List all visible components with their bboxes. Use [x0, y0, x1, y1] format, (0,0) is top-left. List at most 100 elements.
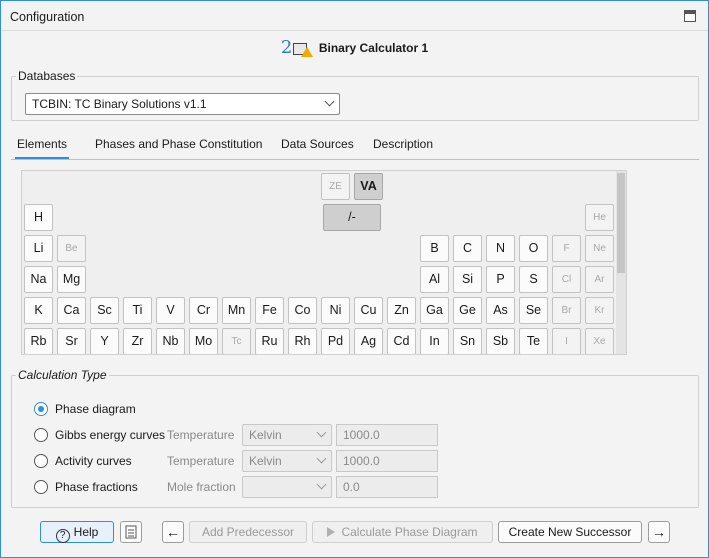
element-zr[interactable]: Zr	[123, 328, 152, 354]
gibbs-value-input[interactable]: 1000.0	[336, 424, 438, 446]
element-ca[interactable]: Ca	[57, 297, 86, 324]
element-nb[interactable]: Nb	[156, 328, 185, 354]
create-new-successor-button[interactable]: Create New Successor	[498, 521, 642, 543]
chevron-down-icon	[316, 453, 327, 464]
element-si[interactable]: Si	[453, 266, 482, 293]
element-f[interactable]: F	[552, 235, 581, 262]
fractions-value-input[interactable]: 0.0	[336, 476, 438, 498]
element-vacancy-slash[interactable]: /-	[323, 204, 381, 231]
element-sn[interactable]: Sn	[453, 328, 482, 354]
gibbs-param-label: Temperature	[167, 428, 235, 442]
element-cu[interactable]: Cu	[354, 297, 383, 324]
periodic-table: ZE VA /- H He Li Be B C N O F Ne Na Mg A…	[21, 170, 627, 355]
element-b[interactable]: B	[420, 235, 449, 262]
tab-phases-and-phase-constitution[interactable]: Phases and Phase Constitution	[93, 137, 264, 159]
element-br[interactable]: Br	[552, 297, 581, 324]
element-cd[interactable]: Cd	[387, 328, 416, 354]
element-p[interactable]: P	[486, 266, 515, 293]
element-n[interactable]: N	[486, 235, 515, 262]
element-xe[interactable]: Xe	[585, 328, 614, 354]
activity-unit-select[interactable]: Kelvin	[242, 450, 332, 472]
fractions-unit-select[interactable]	[242, 476, 332, 498]
radio-activity-curves[interactable]	[34, 454, 48, 468]
element-va[interactable]: VA	[354, 173, 383, 200]
tab-data-sources[interactable]: Data Sources	[279, 137, 356, 159]
element-y[interactable]: Y	[90, 328, 119, 354]
calculation-type-group: Calculation Type Phase diagram Gibbs ene…	[11, 368, 699, 508]
notes-icon	[125, 525, 137, 539]
forward-arrow-button[interactable]: →	[648, 521, 670, 543]
activity-param-label: Temperature	[167, 454, 235, 468]
element-ze[interactable]: ZE	[321, 173, 350, 200]
option-label: Activity curves	[55, 454, 132, 468]
element-ti[interactable]: Ti	[123, 297, 152, 324]
element-sc[interactable]: Sc	[90, 297, 119, 324]
element-pd[interactable]: Pd	[321, 328, 350, 354]
element-ar[interactable]: Ar	[585, 266, 614, 293]
element-tc[interactable]: Tc	[222, 328, 251, 354]
gibbs-unit-select[interactable]: Kelvin	[242, 424, 332, 446]
element-mn[interactable]: Mn	[222, 297, 251, 324]
element-te[interactable]: Te	[519, 328, 548, 354]
element-rh[interactable]: Rh	[288, 328, 317, 354]
calculate-phase-diagram-button[interactable]: Calculate Phase Diagram	[312, 521, 493, 543]
element-ag[interactable]: Ag	[354, 328, 383, 354]
element-as[interactable]: As	[486, 297, 515, 324]
periodic-table-scrollbar[interactable]	[616, 171, 626, 354]
element-k[interactable]: K	[24, 297, 53, 324]
option-phase-fractions[interactable]: Phase fractions Mole fraction 0.0	[34, 476, 684, 498]
option-phase-diagram[interactable]: Phase diagram	[34, 398, 334, 420]
element-cl[interactable]: Cl	[552, 266, 581, 293]
window-title: Configuration	[10, 10, 85, 24]
element-he[interactable]: He	[585, 204, 614, 231]
add-predecessor-button[interactable]: Add Predecessor	[189, 521, 307, 543]
element-fe[interactable]: Fe	[255, 297, 284, 324]
element-c[interactable]: C	[453, 235, 482, 262]
element-ru[interactable]: Ru	[255, 328, 284, 354]
element-o[interactable]: O	[519, 235, 548, 262]
element-ne[interactable]: Ne	[585, 235, 614, 262]
element-i[interactable]: I	[552, 328, 581, 354]
back-arrow-button[interactable]: ←	[162, 521, 184, 543]
element-zn[interactable]: Zn	[387, 297, 416, 324]
element-na[interactable]: Na	[24, 266, 53, 293]
element-rb[interactable]: Rb	[24, 328, 53, 354]
help-button[interactable]: ? Help	[40, 521, 114, 543]
radio-gibbs-energy-curves[interactable]	[34, 428, 48, 442]
element-se[interactable]: Se	[519, 297, 548, 324]
tab-description[interactable]: Description	[371, 137, 435, 159]
databases-group: Databases TCBIN: TC Binary Solutions v1.…	[11, 69, 699, 121]
element-ge[interactable]: Ge	[453, 297, 482, 324]
element-ni[interactable]: Ni	[321, 297, 350, 324]
element-al[interactable]: Al	[420, 266, 449, 293]
activity-value-input[interactable]: 1000.0	[336, 450, 438, 472]
element-mg[interactable]: Mg	[57, 266, 86, 293]
notes-button[interactable]	[120, 521, 142, 543]
element-kr[interactable]: Kr	[585, 297, 614, 324]
maximize-icon[interactable]	[684, 10, 696, 22]
radio-phase-diagram[interactable]	[34, 402, 48, 416]
calculation-type-legend: Calculation Type	[18, 368, 107, 382]
element-li[interactable]: Li	[24, 235, 53, 262]
element-mo[interactable]: Mo	[189, 328, 218, 354]
scrollbar-thumb[interactable]	[617, 173, 625, 273]
tab-elements[interactable]: Elements	[15, 137, 70, 159]
element-be[interactable]: Be	[57, 235, 86, 262]
element-sb[interactable]: Sb	[486, 328, 515, 354]
element-s[interactable]: S	[519, 266, 548, 293]
element-co[interactable]: Co	[288, 297, 317, 324]
element-sr[interactable]: Sr	[57, 328, 86, 354]
element-h[interactable]: H	[24, 204, 53, 231]
calculator-header: 2 Binary Calculator 1	[1, 37, 708, 61]
configuration-window: Configuration 2 Binary Calculator 1 Data…	[0, 0, 709, 558]
element-cr[interactable]: Cr	[189, 297, 218, 324]
title-bar: Configuration	[1, 1, 708, 31]
option-gibbs-energy-curves[interactable]: Gibbs energy curves Temperature Kelvin 1…	[34, 424, 684, 446]
binary-calculator-warning-icon: 2	[281, 37, 313, 59]
database-select[interactable]: TCBIN: TC Binary Solutions v1.1	[25, 93, 340, 115]
element-ga[interactable]: Ga	[420, 297, 449, 324]
radio-phase-fractions[interactable]	[34, 480, 48, 494]
option-activity-curves[interactable]: Activity curves Temperature Kelvin 1000.…	[34, 450, 684, 472]
element-v[interactable]: V	[156, 297, 185, 324]
element-in[interactable]: In	[420, 328, 449, 354]
